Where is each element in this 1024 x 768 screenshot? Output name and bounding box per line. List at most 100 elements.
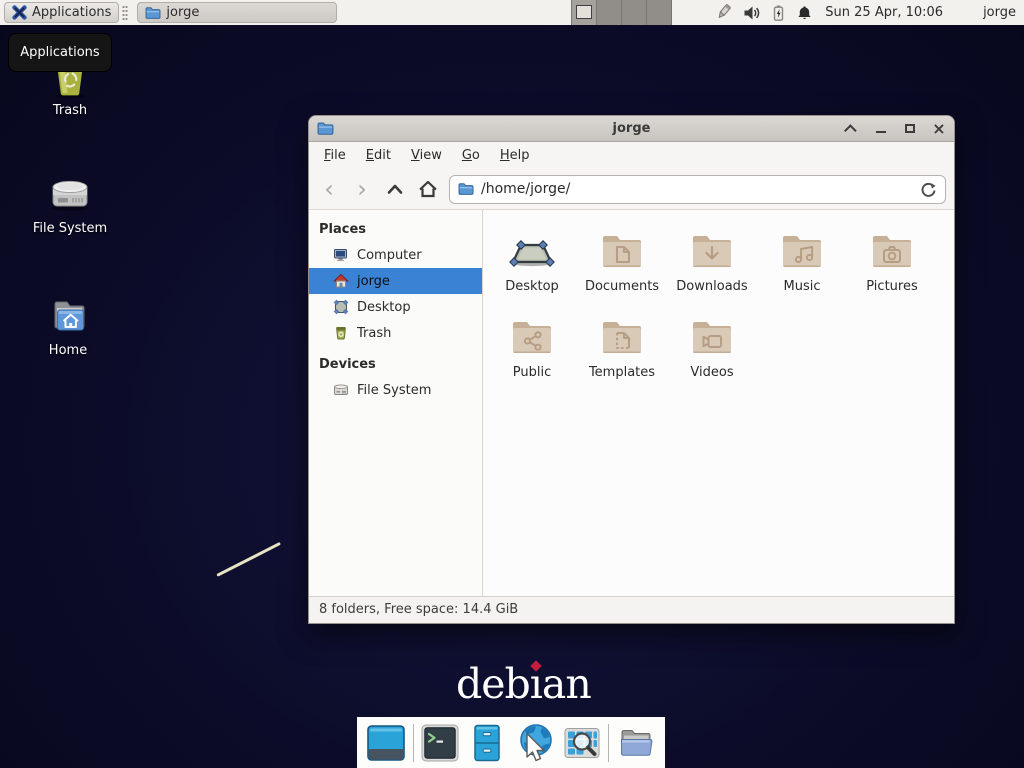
sidebar-item-computer[interactable]: Computer [309, 242, 482, 268]
file-label: Downloads [676, 279, 747, 294]
volume-icon[interactable] [743, 4, 761, 22]
directory-folder-icon [616, 723, 656, 763]
desktop-icon-file-system[interactable]: File System [20, 170, 120, 236]
file-cabinet-icon [467, 723, 507, 763]
file-label: Videos [690, 365, 733, 380]
taskbar-window-label: jorge [166, 5, 199, 20]
file-item-public[interactable]: Public [487, 306, 577, 392]
reload-icon[interactable] [920, 181, 937, 198]
sidebar-item-label: Desktop [357, 300, 411, 315]
debian-wordmark: debıan [456, 660, 591, 708]
maximize-button[interactable] [903, 122, 917, 136]
file-item-videos[interactable]: Videos [667, 306, 757, 392]
trash-icon [333, 325, 349, 341]
toolbar: ‹ › /home/jorge/ [309, 169, 954, 210]
window-folder-icon [317, 121, 334, 136]
desktop[interactable]: { "panel": { "applications_label": "Appl… [0, 0, 1024, 768]
downloads-folder-icon [688, 226, 736, 274]
application-finder-launcher[interactable] [561, 722, 603, 764]
battery-icon[interactable] [770, 4, 787, 22]
menu-go[interactable]: Go [453, 145, 489, 166]
workspace-pager [571, 0, 672, 25]
wordmark-part: deb [456, 660, 530, 708]
window-controls: × [845, 122, 946, 136]
workspace-3[interactable] [622, 0, 647, 25]
desktop-icon-home[interactable]: Home [18, 292, 118, 358]
forward-button[interactable]: › [350, 175, 374, 203]
dock-panel [357, 717, 665, 768]
path-text[interactable]: /home/jorge/ [481, 181, 913, 197]
tasklist-handle[interactable] [122, 5, 128, 21]
desktop-icon [333, 299, 349, 315]
xfce-logo-icon [12, 5, 27, 20]
location-folder-icon [458, 182, 474, 196]
window-folder-icon [145, 6, 161, 20]
menu-view[interactable]: View [402, 145, 451, 166]
pen-icon[interactable] [714, 3, 734, 22]
file-item-desktop[interactable]: Desktop [487, 220, 577, 306]
sidebar-item-label: jorge [357, 274, 390, 289]
stray-line-artifact [216, 542, 281, 577]
statusbar: 8 folders, Free space: 14.4 GiB [309, 596, 954, 623]
file-item-downloads[interactable]: Downloads [667, 220, 757, 306]
terminal-launcher[interactable] [419, 722, 461, 764]
file-item-pictures[interactable]: Pictures [847, 220, 937, 306]
minimize-button[interactable] [874, 122, 888, 136]
applications-tooltip: Applications [8, 33, 112, 72]
file-item-documents[interactable]: Documents [577, 220, 667, 306]
menu-edit[interactable]: Edit [357, 145, 400, 166]
documents-folder-icon [598, 226, 646, 274]
notifications-bell-icon[interactable] [796, 4, 813, 22]
videos-folder-icon [688, 312, 736, 360]
back-button[interactable]: ‹ [317, 175, 341, 203]
panel-clock[interactable]: Sun 25 Apr, 10:06 [825, 5, 943, 20]
file-label: Desktop [505, 279, 559, 294]
web-browser-launcher[interactable] [514, 722, 556, 764]
file-item-templates[interactable]: Templates [577, 306, 667, 392]
app-finder-icon [562, 723, 602, 763]
workspace-4[interactable] [647, 0, 672, 25]
sidebar-item-jorge[interactable]: jorge [309, 268, 482, 294]
desktop-icon-label: Home [49, 343, 87, 358]
file-manager-window: jorge × File Edit View Go Help ‹ › [308, 115, 955, 624]
sidebar-item-label: Trash [357, 326, 391, 341]
file-label: Music [784, 279, 821, 294]
location-bar[interactable]: /home/jorge/ [449, 175, 946, 204]
public-folder-icon [508, 312, 556, 360]
panel-username[interactable]: jorge [983, 5, 1016, 20]
show-desktop-button[interactable] [365, 722, 407, 764]
sidebar: Places Computer jorge [309, 210, 483, 596]
file-label: Pictures [866, 279, 917, 294]
top-panel: Applications jorge [0, 0, 1024, 25]
workspace-2[interactable] [597, 0, 622, 25]
dock-separator [413, 724, 414, 762]
menu-help[interactable]: Help [491, 145, 539, 166]
workspace-1[interactable] [572, 0, 597, 25]
desktop-icon-label: File System [33, 221, 107, 236]
window-titlebar[interactable]: jorge × [309, 116, 954, 142]
menu-file[interactable]: File [315, 145, 355, 166]
file-grid: Desktop Documents [483, 210, 954, 596]
file-manager-launcher[interactable] [466, 722, 508, 764]
tooltip-text: Applications [20, 45, 99, 60]
file-label: Templates [589, 365, 655, 380]
devices-header: Devices [309, 353, 482, 377]
taskbar-window-button[interactable]: jorge [137, 2, 337, 23]
sidebar-item-desktop[interactable]: Desktop [309, 294, 482, 320]
file-label: Documents [585, 279, 659, 294]
applications-menu-button[interactable]: Applications [4, 2, 119, 23]
sidebar-item-file-system[interactable]: File System [309, 377, 482, 403]
sidebar-item-label: File System [357, 383, 431, 398]
close-button[interactable]: × [932, 122, 946, 136]
shade-button[interactable] [845, 122, 859, 136]
hard-disk-icon [46, 170, 94, 218]
file-label: Public [513, 365, 551, 380]
applications-menu-label: Applications [32, 5, 111, 20]
places-header: Places [309, 218, 482, 242]
up-button[interactable] [383, 175, 407, 203]
home-button[interactable] [416, 175, 440, 203]
music-folder-icon [778, 226, 826, 274]
directory-menu-button[interactable] [615, 722, 657, 764]
file-item-music[interactable]: Music [757, 220, 847, 306]
sidebar-item-trash[interactable]: Trash [309, 320, 482, 346]
